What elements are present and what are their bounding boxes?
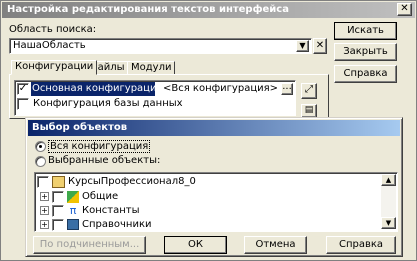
dialog-title-bar[interactable]: Выбор объектов <box>28 120 400 136</box>
ok-button[interactable]: ОК <box>164 236 227 254</box>
common-icon <box>67 191 79 203</box>
config-row[interactable]: Конфигурация базы данных <box>16 97 294 111</box>
search-button-label: Искать <box>347 25 384 36</box>
ok-button-label: ОК <box>188 239 203 250</box>
tab-configurations-label: Конфигурации <box>15 61 94 72</box>
config-row-name: Конфигурация базы данных <box>33 98 183 109</box>
radio-all-config-label[interactable]: Вся конфигурация <box>48 140 151 153</box>
tree-expand-icon[interactable]: + <box>40 206 49 215</box>
tab-configurations[interactable]: Конфигурации <box>11 60 98 75</box>
tree-item-label: Константы <box>82 205 140 216</box>
cancel-button-label: Отмена <box>255 239 296 250</box>
config-root-icon <box>52 176 65 188</box>
config-action-icon[interactable]: ▤ <box>301 104 317 118</box>
by-subordinate-label: По подчиненным... <box>39 239 140 250</box>
tree-item-label: Общие <box>82 191 119 202</box>
scroll-up-icon[interactable]: ▲ <box>381 174 396 186</box>
tree-root-label: КурсыПрофессионал8_0 <box>68 176 196 187</box>
search-area-combobox[interactable]: НашаОбласть ▼ <box>9 38 312 54</box>
close-button[interactable]: Закрыть <box>334 43 397 61</box>
config-row-checkbox[interactable] <box>17 98 29 110</box>
config-row[interactable]: ✓ Основная конфигурация <Вся конфигураци… <box>16 82 294 96</box>
main-window-title: Настройка редактирования текстов интерфе… <box>7 4 289 15</box>
config-list[interactable]: ✓ Основная конфигурация <Вся конфигураци… <box>14 80 296 116</box>
tree-item-checkbox[interactable] <box>52 205 64 217</box>
pick-config-icon[interactable]: ⤢ <box>301 83 317 99</box>
tree-expand-icon[interactable]: + <box>40 220 49 229</box>
radio-selected-objects-label[interactable]: Выбранные объекты: <box>48 155 160 167</box>
tree-root-checkbox[interactable] <box>37 176 49 188</box>
config-row-checkbox[interactable]: ✓ <box>17 83 29 95</box>
dialog-title: Выбор объектов <box>32 122 128 133</box>
dialog-help-button[interactable]: Справка <box>326 236 396 254</box>
tree-item-checkbox[interactable] <box>52 191 64 203</box>
dialog-help-button-label: Справка <box>338 239 384 250</box>
config-row-name-cell: Основная конфигурация <box>31 82 163 96</box>
radio-all-config[interactable] <box>35 141 46 152</box>
config-row-select-button[interactable]: ... <box>281 82 293 95</box>
tab-modules-label: Модули <box>131 62 172 73</box>
constants-icon: π <box>69 204 77 217</box>
clear-search-area-icon[interactable]: ✕ <box>313 38 327 54</box>
cancel-button[interactable]: Отмена <box>244 236 307 254</box>
help-button[interactable]: Справка <box>334 65 397 83</box>
tree-expand-icon[interactable]: + <box>40 192 49 201</box>
close-icon[interactable]: ✕ <box>397 3 412 16</box>
tab-modules[interactable]: Модули <box>127 61 176 75</box>
tree-scrollbar[interactable]: ▲ ▼ <box>381 174 396 229</box>
radio-selected-objects[interactable] <box>35 156 46 167</box>
main-title-bar[interactable]: Настройка редактирования текстов интерфе… <box>2 2 415 18</box>
close-button-label: Закрыть <box>343 46 388 57</box>
select-objects-dialog: Выбор объектов Вся конфигурация Выбранны… <box>25 117 403 257</box>
objects-tree[interactable]: КурсыПрофессионал8_0 + Общие + π Констан… <box>34 172 398 232</box>
tree-item-checkbox[interactable] <box>52 219 64 231</box>
chevron-down-icon[interactable]: ▼ <box>296 40 309 52</box>
catalogs-icon <box>67 219 79 230</box>
help-button-label: Справка <box>343 68 388 79</box>
tree-item-label: Справочники <box>82 219 152 230</box>
config-row-value: <Вся конфигурация> <box>163 83 279 94</box>
config-row-name: Основная конфигурация <box>32 83 163 94</box>
search-area-label: Область поиска: <box>9 24 97 35</box>
search-area-value: НашаОбласть <box>13 40 86 51</box>
search-button[interactable]: Искать <box>334 22 397 40</box>
by-subordinate-button[interactable]: По подчиненным... <box>33 236 146 254</box>
scroll-down-icon[interactable]: ▼ <box>381 217 396 229</box>
